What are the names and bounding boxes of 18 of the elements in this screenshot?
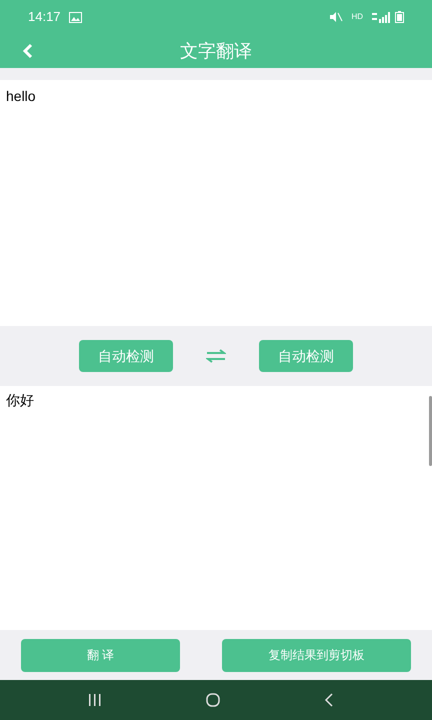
- home-icon[interactable]: [206, 693, 220, 707]
- source-text-field[interactable]: hello: [0, 80, 432, 326]
- signal-icon: [371, 12, 391, 22]
- target-language-button[interactable]: 自动检测: [259, 340, 353, 372]
- source-language-button[interactable]: 自动检测: [79, 340, 173, 372]
- status-time: 14:17: [28, 8, 61, 26]
- page-title: 文字翻译: [180, 40, 252, 62]
- image-icon: [68, 12, 82, 22]
- back-icon: [22, 43, 34, 59]
- translate-button[interactable]: 翻 译: [21, 638, 180, 672]
- network-label: HD: [351, 11, 363, 23]
- battery-icon: [395, 11, 404, 23]
- recents-icon[interactable]: [88, 694, 102, 706]
- copy-result-button[interactable]: 复制结果到剪切板: [222, 638, 411, 672]
- mute-icon: [329, 12, 344, 22]
- back-nav-icon[interactable]: [324, 693, 334, 707]
- result-text: 你好: [6, 391, 34, 410]
- scrollbar: [429, 396, 432, 466]
